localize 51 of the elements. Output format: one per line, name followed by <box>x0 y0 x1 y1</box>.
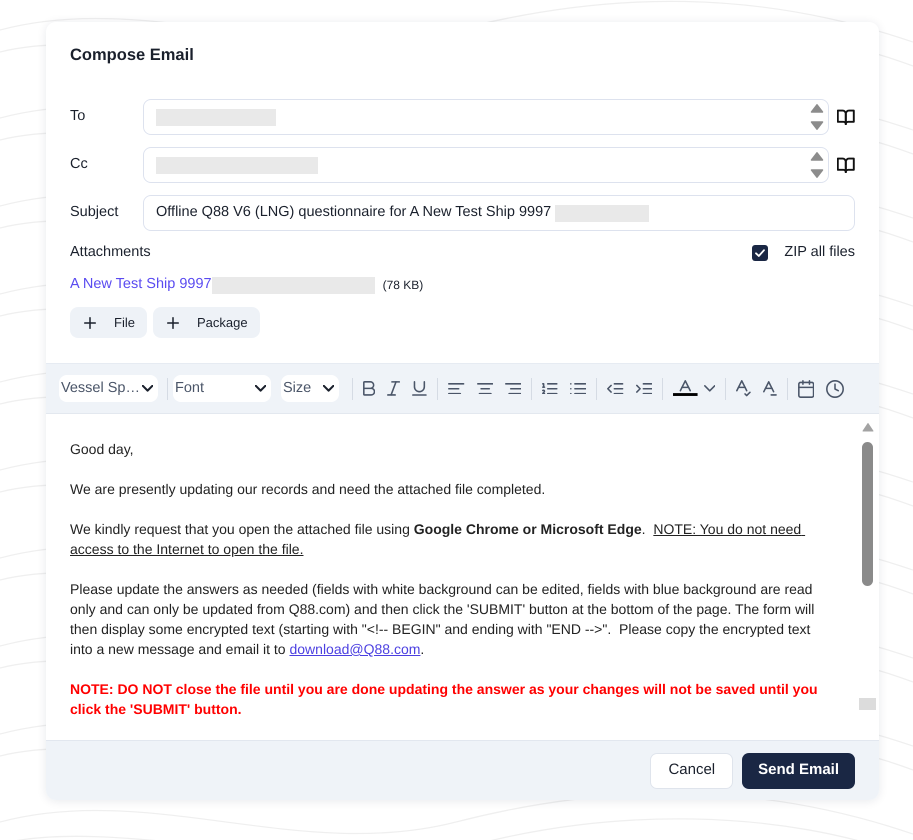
message-paragraph: We are presently updating our records and need the attached file completed. <box>70 480 546 499</box>
file-size-text: (78 KB) <box>382 277 424 294</box>
spell-check-icon[interactable] <box>736 380 752 397</box>
clock-icon[interactable] <box>826 380 844 398</box>
message-paragraph: Good day, <box>70 440 135 459</box>
attachment-link[interactable]: A New Test Ship 9997 <box>70 274 212 296</box>
calendar-icon[interactable] <box>798 380 814 398</box>
book-icon[interactable] <box>837 157 855 173</box>
plus-icon <box>84 316 96 328</box>
underline-icon[interactable] <box>412 381 428 396</box>
subject-field[interactable]: Offline Q88 V6 (LNG) questionnaire for A New Test Ship 9997 <box>143 195 855 231</box>
book-icon[interactable] <box>837 109 855 125</box>
dialog-title: Compose Email <box>70 46 195 64</box>
clear-format-icon[interactable] <box>763 381 777 396</box>
align-left-icon[interactable] <box>448 382 465 394</box>
numbered-list-icon[interactable] <box>542 382 558 394</box>
size-dropdown[interactable]: Size <box>281 375 339 402</box>
warning-paragraph: NOTE: DO NOT close the file until you are done updating the answer as your changes will not be saved until you click the 'SUBMIT' button. <box>70 680 819 719</box>
checkbox-label: ZIP all files <box>784 243 855 262</box>
message-paragraph: Please update the answers as needed (fields with white background can be edited, fields with blue background are read only and can only be updated from Q88.com) and then click the 'SUBMIT' button at the bottom of the page. The form will then display some encrypted text (starting with "<!-- BEGIN" and ending with "END -->". Please copy the encrypted text into a new message and email it to download@Q88.com. <box>70 580 816 659</box>
align-center-icon[interactable] <box>476 382 493 394</box>
chevron-down-icon <box>142 385 153 392</box>
plus-icon <box>166 316 179 328</box>
recipient-field[interactable] <box>143 147 830 183</box>
recipient-field[interactable] <box>143 99 830 135</box>
checkbox[interactable] <box>752 245 768 261</box>
field-label: Cc <box>70 155 89 174</box>
outdent-icon[interactable] <box>607 382 624 394</box>
message-paragraph: We kindly request that you open the attached file using Google Chrome or Microsoft Edge. NOTE: You do not need access to the Internet to open the file. <box>70 520 802 559</box>
indent-icon[interactable] <box>636 382 652 394</box>
add-package-button[interactable]: Package <box>152 307 260 338</box>
align-right-icon[interactable] <box>504 382 522 394</box>
field-label: Subject <box>70 203 120 222</box>
chevron-down-icon[interactable] <box>704 385 716 392</box>
style-dropdown[interactable]: Vessel Sp… <box>59 375 158 402</box>
email-link[interactable]: download@Q88.com <box>289 641 420 657</box>
italic-icon[interactable] <box>387 381 400 396</box>
spinner-icon[interactable] <box>809 150 826 180</box>
text-color-icon[interactable] <box>673 380 698 398</box>
bold-icon[interactable] <box>363 381 376 396</box>
bullet-list-icon[interactable] <box>570 382 586 394</box>
chevron-down-icon <box>322 385 334 392</box>
chevron-down-icon <box>254 385 266 392</box>
send-email-button[interactable]: Send Email <box>742 752 855 788</box>
scrollbar-thumb[interactable] <box>862 442 873 586</box>
field-label: To <box>70 107 86 126</box>
spinner-icon[interactable] <box>809 102 826 132</box>
cancel-button[interactable]: Cancel <box>650 752 734 788</box>
section-label: Attachments <box>70 243 151 262</box>
font-dropdown[interactable]: Font <box>173 375 271 402</box>
add-file-button[interactable]: File <box>70 307 147 338</box>
